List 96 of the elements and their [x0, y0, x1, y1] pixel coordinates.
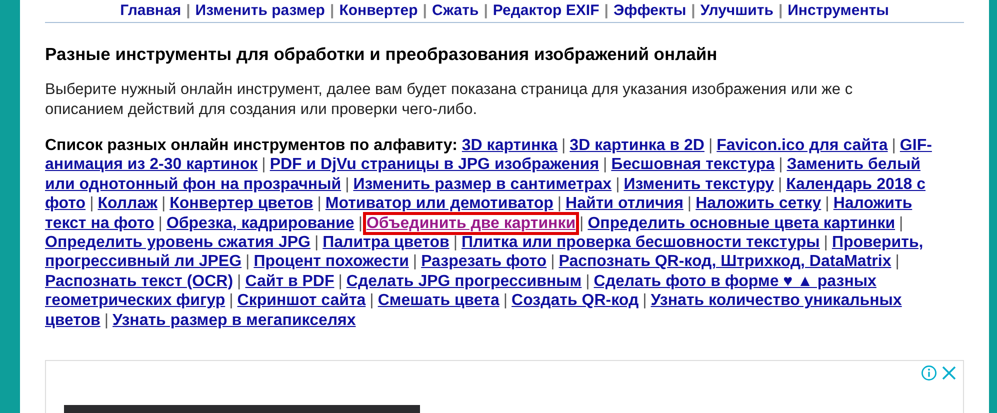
tool-link[interactable]: цветов: [45, 312, 100, 329]
separator: |: [484, 2, 488, 19]
tool-link[interactable]: Изменить текстуру: [624, 176, 774, 193]
separator: |: [237, 272, 242, 290]
tool-link[interactable]: Favicon.ico для сайта: [716, 137, 888, 154]
tool-link[interactable]: Распознать текст (OCR): [45, 272, 234, 290]
tool-link[interactable]: Определить основные цвета картинки: [588, 214, 896, 232]
nav-link[interactable]: Редактор EXIF: [492, 2, 600, 19]
tool-link[interactable]: Коллаж: [98, 195, 158, 212]
nav-link[interactable]: Эффекты: [613, 2, 686, 19]
tool-link[interactable]: Смешать цвета: [378, 292, 500, 310]
separator: |: [586, 272, 590, 290]
tool-link[interactable]: анимация из 2-30 картинок: [45, 156, 258, 174]
tool-link[interactable]: Бесшовная текстура: [611, 156, 775, 174]
nav-link[interactable]: Инструменты: [788, 2, 889, 19]
separator: |: [580, 214, 584, 232]
separator: |: [825, 195, 830, 212]
separator: |: [104, 312, 109, 329]
separator: |: [708, 137, 713, 154]
tool-link[interactable]: или однотонный фон на прозрачный: [45, 176, 342, 193]
tool-link[interactable]: Разрезать фото: [421, 253, 547, 270]
separator: |: [778, 156, 783, 174]
separator: |: [824, 234, 828, 252]
separator: |: [345, 176, 350, 193]
tool-link[interactable]: Процент похожести: [254, 253, 409, 270]
tool-link[interactable]: Узнать количество уникальных: [650, 292, 902, 310]
tool-link[interactable]: Определить уровень сжатия JPG: [45, 234, 310, 252]
separator: |: [262, 156, 266, 174]
separator: |: [603, 156, 608, 174]
separator: |: [687, 195, 692, 212]
tool-link[interactable]: фото: [45, 195, 86, 212]
separator: |: [161, 195, 166, 212]
tool-link[interactable]: Наложить: [833, 195, 912, 212]
separator: |: [895, 253, 900, 270]
page-heading: Разные инструменты для обработки и преобразования изображений онлайн: [45, 43, 718, 65]
separator: |: [158, 214, 162, 232]
close-icon[interactable]: [941, 365, 957, 382]
separator: |: [899, 214, 904, 232]
separator: |: [229, 292, 234, 310]
separator: |: [412, 253, 418, 270]
tool-link[interactable]: Изменить размер в сантиметрах: [353, 176, 612, 193]
intro-text: Выберите нужный онлайн инструмент, далее вам будет показана страница для указания изображения или же с описанием действий для создания или проверки чего-либо.: [45, 80, 854, 120]
tool-link[interactable]: Наложить сетку: [696, 195, 822, 212]
tool-link[interactable]: прогрессивный ли JPEG: [45, 253, 242, 270]
separator: |: [557, 195, 562, 212]
separator: |: [338, 272, 342, 290]
tool-link[interactable]: текст на фото: [45, 214, 154, 232]
tool-link[interactable]: Календарь 2018 с: [786, 176, 926, 193]
separator: |: [330, 2, 334, 19]
nav-link[interactable]: Главная: [120, 2, 182, 19]
tool-link[interactable]: Палитра цветов: [322, 234, 450, 252]
separator: |: [358, 214, 362, 232]
list-label: Список разных онлайн инструментов по алфавиту:: [45, 137, 458, 154]
separator: |: [778, 176, 782, 193]
tool-link[interactable]: Обрезка, кадрирование: [166, 214, 354, 232]
tool-link[interactable]: Сайт в PDF: [245, 272, 334, 290]
tool-link[interactable]: Создать QR-код: [512, 292, 639, 310]
separator: |: [778, 2, 783, 19]
tool-link[interactable]: Плитка или проверка бесшовности текстуры: [462, 234, 820, 252]
tool-link[interactable]: Объединить две картинки: [366, 214, 576, 232]
separator: |: [90, 195, 94, 212]
tool-link[interactable]: Мотиватор или демотиватор: [325, 195, 554, 212]
separator: |: [314, 234, 319, 252]
tool-link[interactable]: Сделать фото в форме ♥ ▲ разных: [594, 272, 876, 290]
tool-link[interactable]: Проверить,: [832, 234, 924, 252]
separator: |: [691, 2, 696, 19]
separator: |: [550, 253, 555, 270]
separator: |: [642, 292, 647, 310]
nav-link[interactable]: Конвертер: [339, 2, 418, 19]
tool-link[interactable]: 3D картинка: [462, 137, 558, 154]
separator: |: [370, 292, 374, 310]
tool-link[interactable]: геометрических фигур: [45, 292, 226, 310]
separator: |: [604, 2, 608, 19]
separator: |: [453, 234, 458, 252]
tool-link[interactable]: Найти отличия: [566, 195, 684, 212]
separator: |: [892, 137, 896, 154]
separator: |: [317, 195, 322, 212]
tool-link[interactable]: PDF и DjVu страницы в JPG изображения: [270, 156, 600, 174]
separator: |: [186, 2, 190, 19]
nav-link[interactable]: Сжать: [432, 2, 479, 19]
separator: |: [503, 292, 508, 310]
tool-link[interactable]: Сделать JPG прогрессивным: [346, 272, 582, 290]
info-icon[interactable]: [921, 365, 937, 382]
tool-link[interactable]: Распознать QR-код, Штрихкод, DataMatrix: [558, 253, 892, 270]
tool-link[interactable]: Скриншот сайта: [237, 292, 366, 310]
separator: |: [422, 2, 427, 19]
separator: |: [246, 253, 250, 270]
separator: |: [616, 176, 620, 193]
nav-link[interactable]: Изменить размер: [195, 2, 325, 19]
tool-link[interactable]: Заменить белый: [786, 156, 920, 174]
tool-link[interactable]: 3D картинка в 2D: [570, 137, 704, 154]
nav-link[interactable]: Улучшить: [700, 2, 774, 19]
tool-link[interactable]: GIF-: [900, 137, 932, 154]
separator: |: [562, 137, 566, 154]
tool-link[interactable]: Конвертер цветов: [170, 195, 314, 212]
tool-link[interactable]: Узнать размер в мегапикселях: [112, 312, 356, 329]
